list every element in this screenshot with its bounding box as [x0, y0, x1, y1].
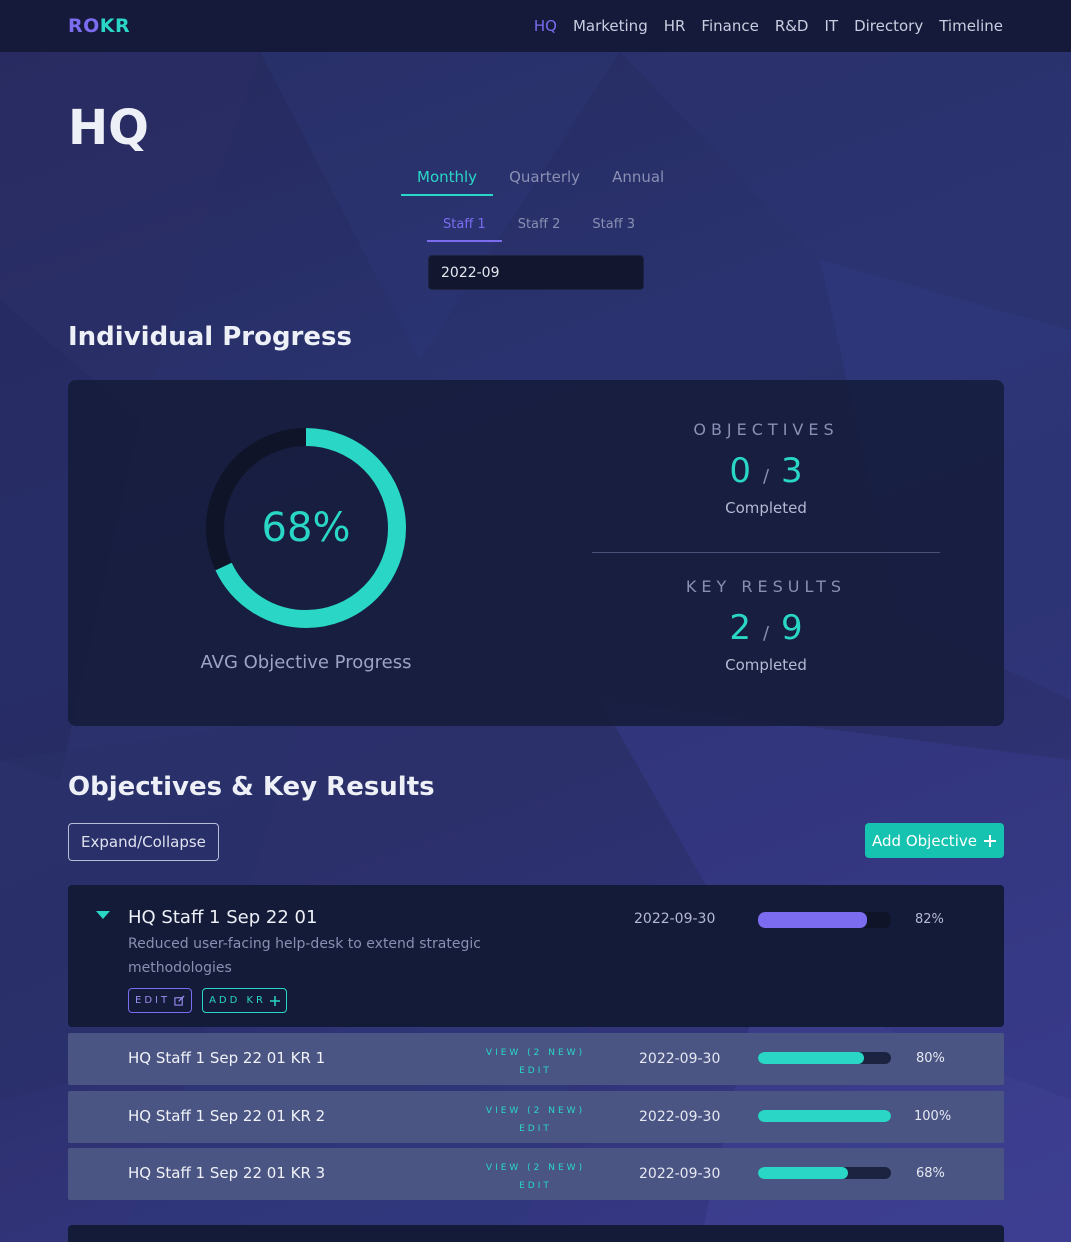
- nav-link-it[interactable]: IT: [824, 17, 838, 35]
- tab-staff-3[interactable]: Staff 3: [576, 212, 651, 242]
- objectives-label: OBJECTIVES: [693, 420, 839, 439]
- kr-actions: VIEW (2 NEW) EDIT: [478, 1044, 593, 1080]
- objectives-sub: Completed: [725, 499, 807, 517]
- nav-link-marketing[interactable]: Marketing: [573, 17, 648, 35]
- key-results-done: 2: [729, 608, 751, 648]
- month-input[interactable]: [428, 255, 644, 290]
- individual-progress-title: Individual Progress: [68, 322, 352, 352]
- kr-row: HQ Staff 1 Sep 22 01 KR 1 VIEW (2 NEW) E…: [68, 1033, 1004, 1085]
- objectives-count: 0/3: [729, 451, 803, 491]
- kr-progress-fill: [758, 1167, 849, 1179]
- next-objective-card: [68, 1225, 1004, 1242]
- plus-icon: [270, 995, 281, 1006]
- nav-link-finance[interactable]: Finance: [701, 17, 758, 35]
- objective-progress-label: 82%: [915, 912, 944, 927]
- avg-progress-value: 68%: [261, 505, 351, 551]
- edit-objective-button[interactable]: EDIT: [128, 988, 193, 1013]
- nav-link-hr[interactable]: HR: [664, 17, 686, 35]
- tab-annual[interactable]: Annual: [596, 162, 680, 196]
- add-objective-label: Add Objective: [872, 831, 977, 850]
- kr-view-link[interactable]: VIEW (2 NEW): [478, 1044, 593, 1062]
- kr-edit-link[interactable]: EDIT: [478, 1120, 593, 1138]
- objective-description: Reduced user-facing help-desk to extend …: [128, 936, 481, 976]
- kr-date: 2022-09-30: [639, 1051, 721, 1067]
- kr-title: HQ Staff 1 Sep 22 01 KR 2: [128, 1107, 326, 1125]
- tab-staff-1[interactable]: Staff 1: [427, 212, 502, 242]
- edit-icon: [174, 995, 185, 1006]
- key-results-sub: Completed: [725, 656, 807, 674]
- kr-progress-label: 100%: [914, 1109, 952, 1124]
- objective-date: 2022-09-30: [634, 911, 716, 927]
- kr-edit-link[interactable]: EDIT: [478, 1062, 593, 1080]
- kr-progress-label: 80%: [916, 1051, 945, 1066]
- kr-row: HQ Staff 1 Sep 22 01 KR 3 VIEW (2 NEW) E…: [68, 1148, 1004, 1200]
- objective-actions: EDIT ADD KR: [128, 988, 288, 1013]
- kr-actions: VIEW (2 NEW) EDIT: [478, 1102, 593, 1138]
- stat-divider: [592, 552, 940, 553]
- key-results-stat: KEY RESULTS 2/9 Completed: [592, 577, 940, 674]
- key-results-total: 9: [781, 608, 803, 648]
- expand-collapse-button[interactable]: Expand/Collapse: [68, 823, 219, 861]
- top-navbar: ROKR HQ Marketing HR Finance R&D IT Dire…: [0, 0, 1071, 52]
- avg-progress-ring: 68%: [205, 427, 407, 629]
- kr-progress-label: 68%: [916, 1166, 945, 1181]
- add-objective-button[interactable]: Add Objective: [865, 823, 1004, 858]
- kr-title: HQ Staff 1 Sep 22 01 KR 1: [128, 1049, 326, 1067]
- page-title: HQ: [68, 100, 149, 156]
- kr-date: 2022-09-30: [639, 1109, 721, 1125]
- brand-logo[interactable]: ROKR: [68, 15, 130, 37]
- plus-icon: [983, 834, 996, 847]
- avg-progress-caption: AVG Objective Progress: [200, 652, 412, 673]
- kr-progress-bar: [758, 1052, 891, 1064]
- kr-edit-link[interactable]: EDIT: [478, 1177, 593, 1195]
- add-kr-label: ADD KR: [209, 995, 267, 1006]
- objective-progress-bar: [758, 912, 891, 928]
- nav-link-timeline[interactable]: Timeline: [939, 17, 1003, 35]
- progress-card: 68% AVG Objective Progress OBJECTIVES 0/…: [68, 380, 1004, 726]
- caret-down-icon[interactable]: [96, 911, 110, 919]
- kr-title: HQ Staff 1 Sep 22 01 KR 3: [128, 1164, 326, 1182]
- objective-title: HQ Staff 1 Sep 22 01: [128, 907, 318, 928]
- kr-date: 2022-09-30: [639, 1166, 721, 1182]
- staff-tabs: Staff 1 Staff 2 Staff 3: [427, 212, 651, 242]
- tab-staff-2[interactable]: Staff 2: [502, 212, 577, 242]
- tab-quarterly[interactable]: Quarterly: [493, 162, 596, 196]
- kr-progress-bar: [758, 1110, 891, 1122]
- nav-link-directory[interactable]: Directory: [854, 17, 923, 35]
- nav-link-hq[interactable]: HQ: [534, 17, 557, 35]
- okr-section-title: Objectives & Key Results: [68, 772, 435, 802]
- kr-progress-fill: [758, 1052, 865, 1064]
- kr-actions: VIEW (2 NEW) EDIT: [478, 1159, 593, 1195]
- add-kr-button[interactable]: ADD KR: [202, 988, 288, 1013]
- objectives-total: 3: [781, 451, 803, 491]
- kr-row: HQ Staff 1 Sep 22 01 KR 2 VIEW (2 NEW) E…: [68, 1091, 1004, 1143]
- objectives-done: 0: [729, 451, 751, 491]
- edit-label: EDIT: [135, 995, 171, 1006]
- objective-progress-fill: [758, 912, 868, 928]
- key-results-count: 2/9: [729, 608, 803, 648]
- nav-links: HQ Marketing HR Finance R&D IT Directory…: [534, 17, 1003, 35]
- kr-progress-fill: [758, 1110, 891, 1122]
- tab-monthly[interactable]: Monthly: [401, 162, 494, 196]
- kr-view-link[interactable]: VIEW (2 NEW): [478, 1102, 593, 1120]
- nav-link-rnd[interactable]: R&D: [775, 17, 809, 35]
- kr-view-link[interactable]: VIEW (2 NEW): [478, 1159, 593, 1177]
- objective-card: HQ Staff 1 Sep 22 01 Reduced user-facing…: [68, 885, 1004, 1027]
- period-tabs: Monthly Quarterly Annual: [401, 162, 680, 196]
- objectives-stat: OBJECTIVES 0/3 Completed: [592, 420, 940, 517]
- key-results-label: KEY RESULTS: [685, 577, 847, 596]
- kr-progress-bar: [758, 1167, 891, 1179]
